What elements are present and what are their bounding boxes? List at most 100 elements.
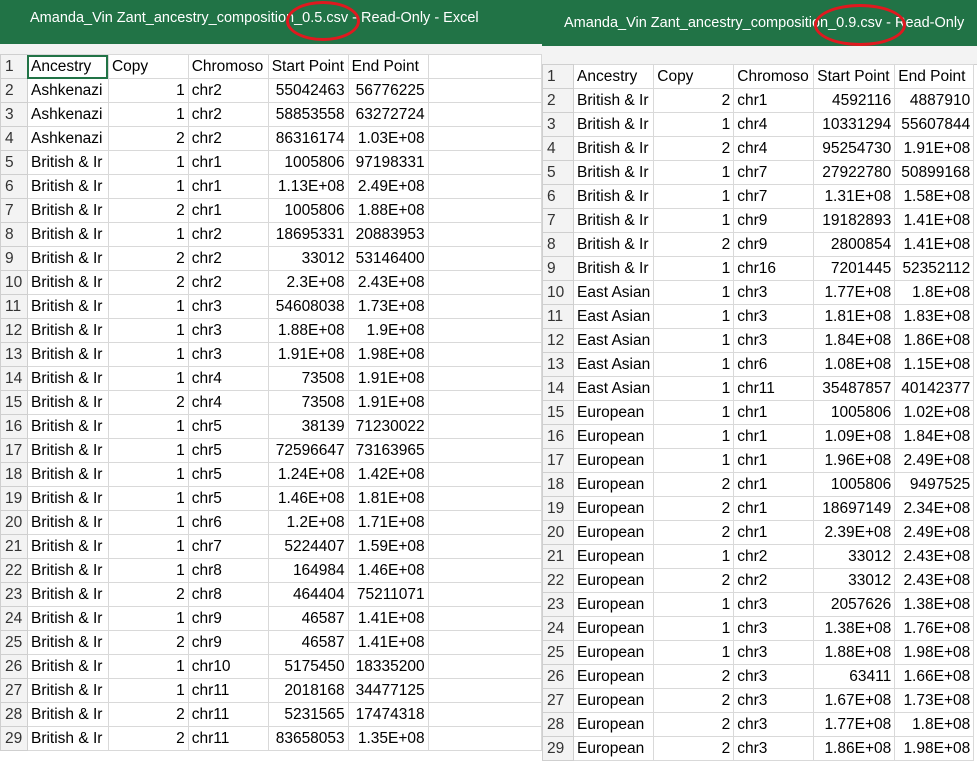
cell-end-point[interactable]: 1.86E+08: [894, 328, 975, 353]
cell-empty[interactable]: [427, 630, 542, 655]
cell-start-point[interactable]: 1.88E+08: [813, 640, 896, 665]
cell-copy[interactable]: 1: [653, 376, 735, 401]
cell-empty[interactable]: [427, 486, 542, 511]
row-header[interactable]: 28: [0, 702, 28, 727]
cell-empty[interactable]: [427, 318, 542, 343]
cell-chromosome[interactable]: chr2: [733, 544, 815, 569]
row-header[interactable]: 7: [0, 198, 28, 223]
cell-end-point[interactable]: 1.81E+08: [347, 486, 429, 511]
cell-end-point[interactable]: 2.49E+08: [347, 174, 429, 199]
cell-ancestry[interactable]: European: [572, 544, 655, 569]
cell-start-point[interactable]: 86316174: [267, 126, 349, 151]
cell-chromosome[interactable]: chr2: [187, 78, 269, 103]
cell-copy[interactable]: 2: [653, 496, 735, 521]
cell-start-point[interactable]: 1.2E+08: [267, 510, 349, 535]
cell-start-point[interactable]: 1.38E+08: [813, 616, 896, 641]
cell-copy[interactable]: 2: [107, 390, 189, 415]
cell-empty[interactable]: [427, 510, 542, 535]
cell-ancestry[interactable]: British & Ir: [26, 294, 109, 319]
cell-start-point[interactable]: 5175450: [267, 654, 349, 679]
cell-start-point[interactable]: 18697149: [813, 496, 896, 521]
cell-ancestry[interactable]: British & Ir: [26, 390, 109, 415]
cell-chromosome[interactable]: chr9: [187, 630, 269, 655]
cell-ancestry[interactable]: British & Ir: [26, 198, 109, 223]
cell-chromosome[interactable]: chr3: [733, 304, 815, 329]
cell-empty[interactable]: [427, 390, 542, 415]
cell-start-point[interactable]: 2057626: [813, 592, 896, 617]
cell-start-point[interactable]: 1.96E+08: [813, 448, 896, 473]
cell-end-point[interactable]: 1.41E+08: [894, 232, 975, 257]
cell-start-point[interactable]: 10331294: [813, 112, 896, 137]
cell-ancestry[interactable]: British & Ir: [26, 678, 109, 703]
cell-end-point[interactable]: 53146400: [347, 246, 429, 271]
cell-chromosome[interactable]: chr11: [187, 678, 269, 703]
cell-copy[interactable]: 1: [107, 318, 189, 343]
cell-end-point[interactable]: 1.41E+08: [894, 208, 975, 233]
cell-start-point[interactable]: 95254730: [813, 136, 896, 161]
row-header[interactable]: 28: [542, 712, 574, 737]
cell-start-point[interactable]: 46587: [267, 606, 349, 631]
cell-ancestry[interactable]: European: [572, 712, 655, 737]
cell-ancestry[interactable]: British & Ir: [572, 184, 655, 209]
cell-copy[interactable]: 2: [653, 688, 735, 713]
row-header[interactable]: 1: [542, 64, 574, 89]
cell-ancestry[interactable]: British & Ir: [572, 112, 655, 137]
cell-ancestry[interactable]: British & Ir: [26, 558, 109, 583]
row-header[interactable]: 19: [0, 486, 28, 511]
cell-start-point[interactable]: 5224407: [267, 534, 349, 559]
cell-end-point[interactable]: 1.73E+08: [894, 688, 975, 713]
cell-ancestry[interactable]: East Asian: [572, 304, 655, 329]
cell-chromosome[interactable]: chr16: [733, 256, 815, 281]
cell-chromosome[interactable]: chr3: [187, 294, 269, 319]
row-header[interactable]: 18: [0, 462, 28, 487]
row-header[interactable]: 25: [0, 630, 28, 655]
row-header[interactable]: 9: [0, 246, 28, 271]
cell-copy[interactable]: 1: [653, 544, 735, 569]
cell-chromosome[interactable]: chr3: [733, 640, 815, 665]
cell-start-point[interactable]: 72596647: [267, 438, 349, 463]
cell-ancestry[interactable]: East Asian: [572, 280, 655, 305]
cell-end-point[interactable]: 1.66E+08: [894, 664, 975, 689]
cell-ancestry[interactable]: British & Ir: [26, 150, 109, 175]
row-header[interactable]: 4: [0, 126, 28, 151]
cell-copy[interactable]: 2: [653, 664, 735, 689]
cell-copy[interactable]: 1: [107, 294, 189, 319]
cell-ancestry[interactable]: East Asian: [572, 376, 655, 401]
cell-empty[interactable]: [427, 558, 542, 583]
row-header[interactable]: 10: [0, 270, 28, 295]
cell-end-point[interactable]: 1.83E+08: [894, 304, 975, 329]
cell-start-point[interactable]: 33012: [267, 246, 349, 271]
cell-copy[interactable]: 2: [107, 582, 189, 607]
cell-ancestry[interactable]: British & Ir: [26, 702, 109, 727]
cell-empty[interactable]: [427, 438, 542, 463]
spreadsheet-grid[interactable]: 1 Ancestry Copy Chromoso Start Point End Poin…: [542, 64, 975, 761]
cell-empty[interactable]: [427, 270, 542, 295]
cell-empty[interactable]: [427, 150, 542, 175]
cell-end-point[interactable]: 1.15E+08: [894, 352, 975, 377]
cell-copy[interactable]: 1: [107, 534, 189, 559]
cell-copy[interactable]: Copy: [653, 64, 735, 89]
cell-chromosome[interactable]: chr4: [187, 366, 269, 391]
cell-chromosome[interactable]: chr9: [733, 232, 815, 257]
row-header[interactable]: 2: [0, 78, 28, 103]
row-header[interactable]: 17: [0, 438, 28, 463]
cell-end-point[interactable]: 97198331: [347, 150, 429, 175]
row-header[interactable]: 6: [542, 184, 574, 209]
cell-start-point[interactable]: 1005806: [267, 198, 349, 223]
row-header[interactable]: 9: [542, 256, 574, 281]
row-header[interactable]: 6: [0, 174, 28, 199]
cell-copy[interactable]: 2: [653, 88, 735, 113]
cell-end-point[interactable]: 2.49E+08: [894, 520, 975, 545]
cell-chromosome[interactable]: chr2: [187, 126, 269, 151]
cell-empty[interactable]: [427, 654, 542, 679]
cell-chromosome[interactable]: chr8: [187, 582, 269, 607]
row-header[interactable]: 27: [0, 678, 28, 703]
cell-copy[interactable]: 1: [107, 414, 189, 439]
cell-copy[interactable]: 2: [107, 726, 189, 751]
cell-end-point[interactable]: 1.98E+08: [894, 736, 975, 761]
cell-ancestry[interactable]: European: [572, 448, 655, 473]
cell-start-point[interactable]: 1.67E+08: [813, 688, 896, 713]
cell-ancestry[interactable]: British & Ir: [26, 630, 109, 655]
cell-ancestry[interactable]: British & Ir: [26, 726, 109, 751]
cell-ancestry[interactable]: British & Ir: [26, 246, 109, 271]
